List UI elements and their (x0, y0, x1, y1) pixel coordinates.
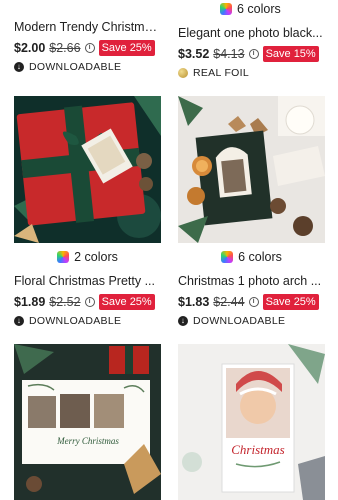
feature-label: ↓ DOWNLOADABLE (14, 60, 161, 73)
sale-price: $2.00 (14, 40, 46, 55)
original-price: $2.52 (49, 294, 81, 309)
price-row: $1.83 $2.44 i Save 25% (178, 293, 325, 310)
feature-text: DOWNLOADABLE (29, 314, 122, 327)
download-icon: ↓ (14, 315, 24, 326)
discount-badge: Save 25% (98, 39, 155, 56)
feature-label: ↓ DOWNLOADABLE (178, 314, 325, 327)
foil-icon (178, 67, 188, 78)
sale-price: $3.52 (178, 46, 210, 61)
arch-photo-card-icon (178, 96, 325, 243)
feature-text: DOWNLOADABLE (193, 314, 286, 327)
info-icon[interactable]: i (248, 48, 259, 59)
feature-text: DOWNLOADABLE (29, 60, 122, 73)
discount-badge: Save 25% (262, 293, 319, 310)
price-row: $1.89 $2.52 i Save 25% (14, 293, 161, 310)
product-card[interactable]: Modern Trendy Christmas... $2.00 $2.66 i… (14, 20, 161, 73)
info-icon[interactable]: i (84, 296, 95, 307)
product-image[interactable] (14, 96, 161, 243)
color-count: 6 colors (238, 249, 282, 264)
product-title[interactable]: Christmas 1 photo arch ... (178, 274, 325, 289)
product-title[interactable]: Modern Trendy Christmas... (14, 20, 161, 35)
product-title[interactable]: Elegant one photo black... (178, 26, 325, 41)
feature-text: REAL FOIL (193, 66, 249, 79)
product-card[interactable]: 2 colors Floral Christmas Pretty ... $1.… (14, 248, 161, 327)
gift-box-card-photo-icon (14, 96, 161, 243)
product-title[interactable]: Floral Christmas Pretty ... (14, 274, 161, 289)
product-image[interactable]: Merry Christmas (14, 344, 161, 500)
discount-badge: Save 25% (98, 293, 155, 310)
color-options[interactable]: 6 colors (178, 248, 325, 265)
product-image[interactable] (178, 96, 325, 243)
color-count: 2 colors (74, 249, 118, 264)
product-card[interactable]: 6 colors Elegant one photo black... $3.5… (178, 0, 325, 79)
download-icon: ↓ (178, 315, 188, 326)
info-icon[interactable]: i (248, 296, 259, 307)
original-price: $4.13 (213, 46, 245, 61)
product-image[interactable]: Christmas (178, 344, 325, 500)
color-swatch-icon (57, 250, 70, 263)
sale-price: $1.83 (178, 294, 210, 309)
price-row: $3.52 $4.13 i Save 15% (178, 45, 325, 62)
svg-text:Christmas: Christmas (231, 442, 284, 457)
download-icon: ↓ (14, 61, 24, 72)
color-options[interactable]: 2 colors (14, 248, 161, 265)
feature-label: ↓ DOWNLOADABLE (14, 314, 161, 327)
feature-label: REAL FOIL (178, 66, 325, 79)
child-photo-card-icon: Christmas (178, 344, 325, 500)
svg-text:Merry Christmas: Merry Christmas (56, 436, 119, 446)
color-swatch-icon (220, 2, 232, 15)
info-icon[interactable]: i (84, 42, 95, 53)
product-card[interactable]: 6 colors Christmas 1 photo arch ... $1.8… (178, 248, 325, 327)
color-swatch-icon (221, 250, 234, 263)
discount-badge: Save 15% (262, 45, 319, 62)
color-options[interactable]: 6 colors (178, 0, 325, 17)
sale-price: $1.89 (14, 294, 46, 309)
color-count: 6 colors (237, 1, 281, 16)
original-price: $2.44 (213, 294, 245, 309)
price-row: $2.00 $2.66 i Save 25% (14, 39, 161, 56)
original-price: $2.66 (49, 40, 81, 55)
family-photo-card-icon: Merry Christmas (14, 344, 161, 500)
